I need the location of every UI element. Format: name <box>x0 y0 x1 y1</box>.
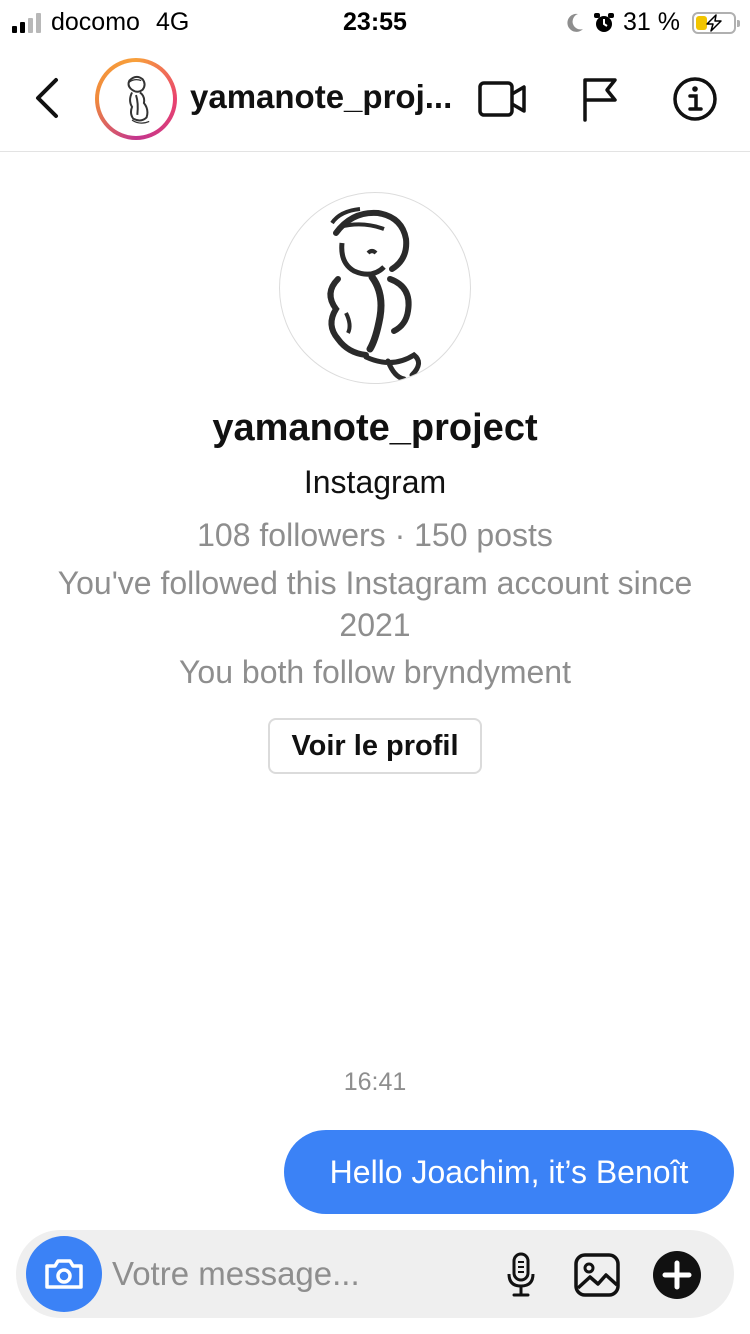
message-timestamp: 16:41 <box>343 1068 407 1096</box>
avatar-illustration-icon <box>327 207 421 382</box>
alarm-icon <box>594 12 615 32</box>
profile-username: yamanote_project <box>212 407 538 449</box>
message-composer <box>16 1230 734 1318</box>
info-icon <box>673 77 717 121</box>
plus-icon <box>653 1251 701 1299</box>
profile-stats: 108 followers · 150 posts <box>197 517 553 553</box>
camera-button[interactable] <box>26 1236 102 1312</box>
status-bar: docomo 4G 23:55 31 % <box>0 0 750 42</box>
moon-icon <box>567 13 584 32</box>
view-profile-button[interactable]: Voir le profil <box>268 718 482 774</box>
chat-header: yamanote_proj... <box>0 44 750 152</box>
back-button[interactable] <box>24 70 70 126</box>
camera-icon <box>45 1259 83 1289</box>
flag-icon <box>583 78 617 122</box>
battery-icon <box>692 11 740 34</box>
info-button[interactable] <box>668 72 722 126</box>
profile-avatar[interactable] <box>279 192 471 384</box>
video-call-button[interactable] <box>476 72 530 126</box>
more-options-button[interactable] <box>652 1250 702 1300</box>
charging-bolt-icon <box>706 13 722 32</box>
sent-message-bubble[interactable]: Hello Joachim, it’s Benoît <box>284 1130 734 1214</box>
voice-message-button[interactable] <box>496 1250 546 1300</box>
message-input[interactable] <box>112 1246 492 1302</box>
profile-platform: Instagram <box>303 464 447 500</box>
avatar-illustration-icon <box>103 66 169 132</box>
gallery-icon <box>574 1253 620 1297</box>
back-chevron-icon <box>36 78 58 118</box>
followed-since-text: You've followed this Instagram account s… <box>57 565 693 643</box>
battery-percent: 31 % <box>623 8 680 36</box>
microphone-icon <box>507 1252 535 1297</box>
mutual-follow-text: You both follow bryndyment <box>179 654 571 690</box>
report-button[interactable] <box>572 72 626 126</box>
header-title[interactable]: yamanote_proj... <box>190 78 452 116</box>
header-avatar[interactable] <box>95 58 177 140</box>
video-call-icon <box>478 81 526 117</box>
status-right: 31 % <box>565 8 740 37</box>
gallery-button[interactable] <box>572 1250 622 1300</box>
